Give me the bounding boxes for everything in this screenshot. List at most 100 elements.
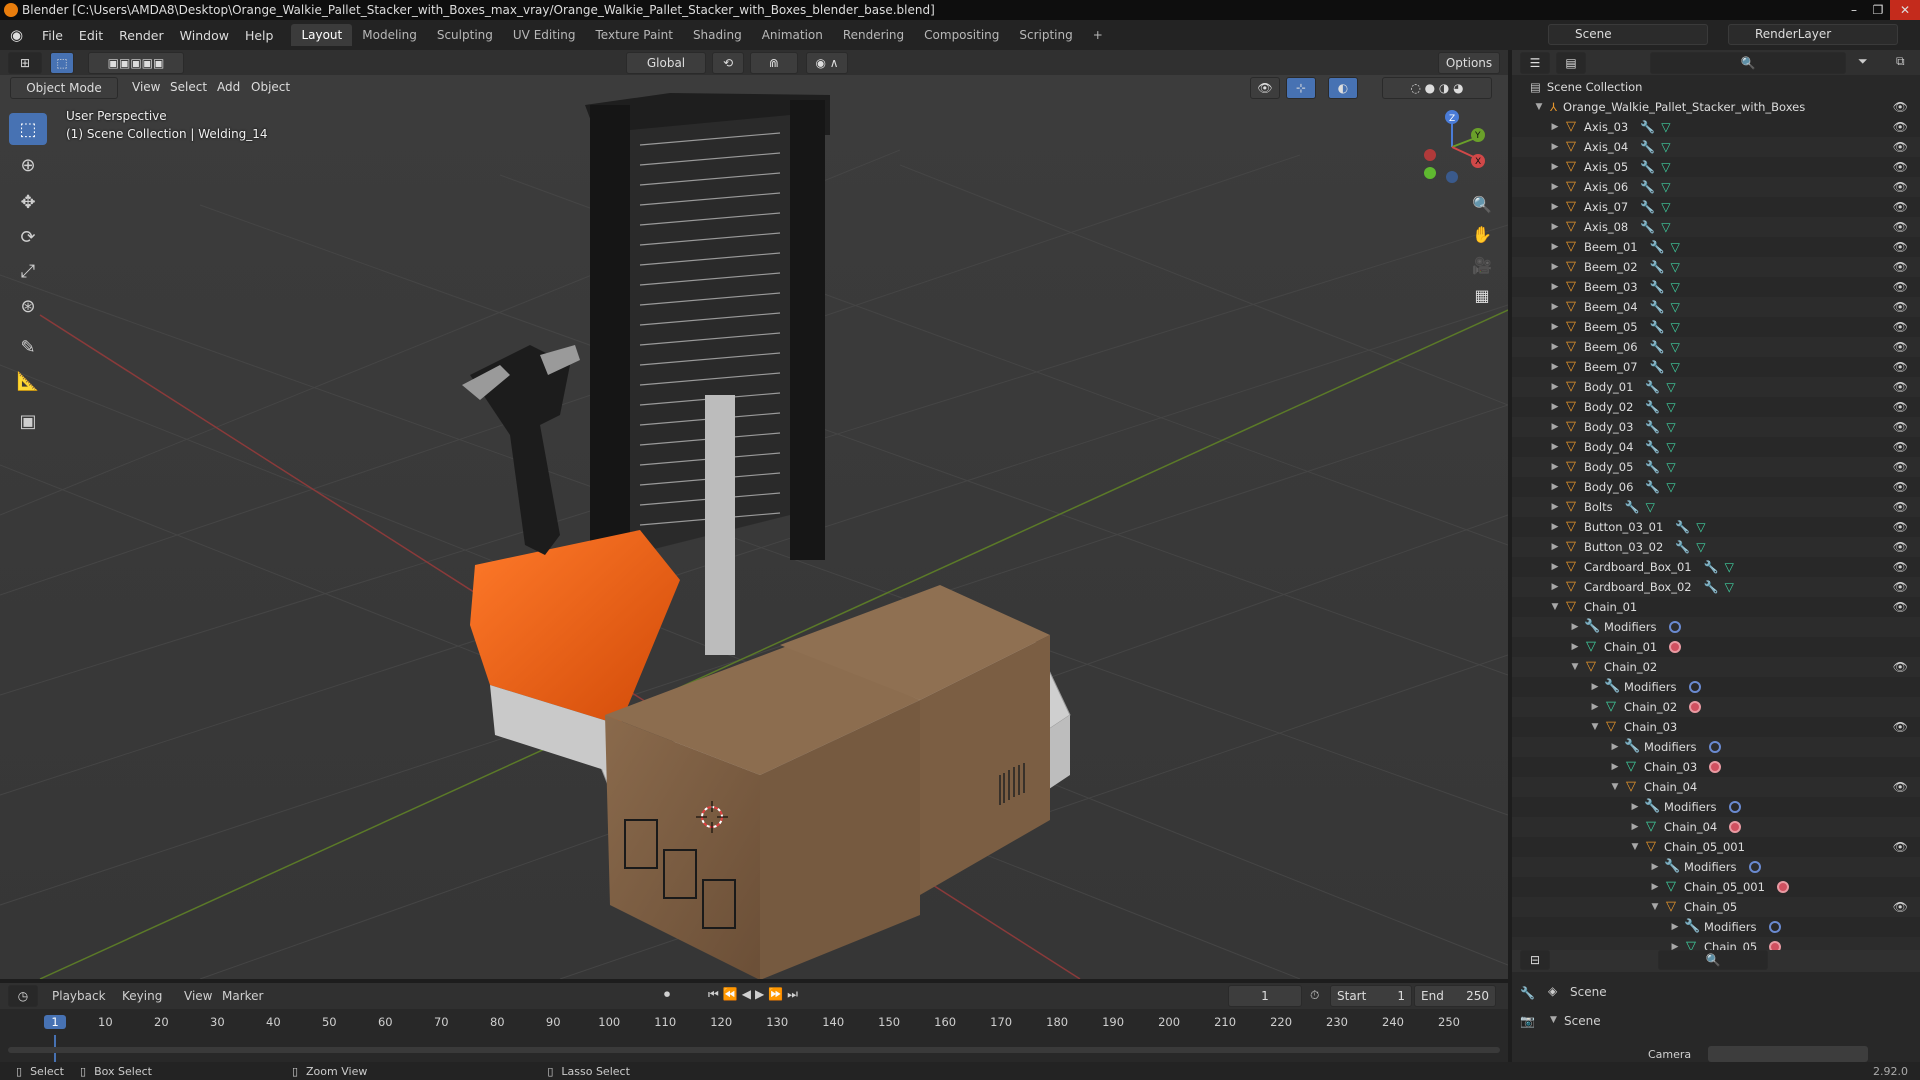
outliner-row[interactable]: ▶ ▽ Body_03 🔧 ▽ 👁 (1512, 417, 1920, 437)
mesh-icon[interactable]: ▽ (1671, 240, 1680, 254)
outliner-search-input[interactable]: 🔍 (1650, 52, 1846, 74)
maximize-button[interactable]: ❐ (1866, 0, 1890, 20)
visibility-eye-icon[interactable]: 👁 (1893, 320, 1908, 334)
properties-editor-type-icon[interactable]: ⊟ (1520, 950, 1550, 970)
modifier-icon[interactable]: 🔧 (1650, 300, 1665, 314)
expand-triangle-icon[interactable]: ▶ (1550, 302, 1560, 312)
tab-texture-paint[interactable]: Texture Paint (586, 24, 683, 46)
cursor-tool-icon[interactable]: ⊕ (9, 149, 47, 181)
ortho-grid-icon[interactable]: ▦ (1468, 281, 1496, 309)
outliner-row[interactable]: ▶ 🔧 Modifiers (1512, 857, 1920, 877)
timeline-scrollbar[interactable] (8, 1047, 1500, 1053)
outliner-row[interactable]: ▶ ▽ Chain_03 (1512, 757, 1920, 777)
tool-tab-icon[interactable]: 🔧 (1520, 986, 1535, 1000)
editor-type-icon[interactable]: ⊞ (8, 52, 42, 74)
visibility-eye-icon[interactable]: 👁 (1893, 600, 1908, 614)
mesh-icon[interactable]: ▽ (1666, 420, 1675, 434)
outliner-row[interactable]: ▶ ▽ Axis_04 🔧 ▽ 👁 (1512, 137, 1920, 157)
expand-triangle-icon[interactable]: ▶ (1670, 922, 1680, 932)
outliner-row[interactable]: ▼ ▽ Chain_02 👁 (1512, 657, 1920, 677)
visibility-eye-icon[interactable]: 👁 (1893, 720, 1908, 734)
expand-triangle-icon[interactable]: ▶ (1650, 882, 1660, 892)
expand-triangle-icon[interactable]: ▶ (1550, 382, 1560, 392)
tab-layout[interactable]: Layout (291, 24, 353, 46)
expand-triangle-icon[interactable]: ▶ (1550, 482, 1560, 492)
visibility-eye-icon[interactable]: 👁 (1893, 200, 1908, 214)
outliner-row[interactable]: ▶ ▽ Beem_01 🔧 ▽ 👁 (1512, 237, 1920, 257)
close-button[interactable]: ✕ (1890, 0, 1920, 20)
expand-triangle-icon[interactable]: ▶ (1650, 862, 1660, 872)
add-cube-tool-icon[interactable]: ▣ (9, 405, 47, 437)
mesh-icon[interactable]: ▽ (1671, 340, 1680, 354)
viewport-menu-select[interactable]: Select (170, 80, 207, 94)
expand-triangle-icon[interactable]: ▼ (1650, 902, 1660, 912)
outliner-row[interactable]: ▶ 🔧 Modifiers (1512, 617, 1920, 637)
visibility-eye-icon[interactable]: 👁 (1893, 120, 1908, 134)
select-tool-icon[interactable]: ⬚ (50, 52, 74, 74)
outliner-row[interactable]: ▶ ▽ Body_02 🔧 ▽ 👁 (1512, 397, 1920, 417)
outliner-row[interactable]: ▶ ▽ Button_03_02 🔧 ▽ 👁 (1512, 537, 1920, 557)
tab-uv-editing[interactable]: UV Editing (503, 24, 586, 46)
start-frame-field[interactable]: Start 1 (1330, 985, 1412, 1007)
visibility-icon[interactable]: 👁 (1250, 77, 1280, 99)
modifier-icon[interactable]: 🔧 (1645, 440, 1660, 454)
modifier-icon[interactable]: 🔧 (1675, 540, 1690, 554)
viewport-menu-view[interactable]: View (132, 80, 160, 94)
timeline-editor-type-icon[interactable]: ◷ (8, 985, 38, 1007)
mesh-icon[interactable]: ▽ (1696, 520, 1705, 534)
move-tool-icon[interactable]: ✥ (9, 186, 47, 218)
modifier-icon[interactable]: 🔧 (1625, 500, 1640, 514)
mesh-icon[interactable]: ▽ (1666, 440, 1675, 454)
outliner-row[interactable]: ▼ ▽ Chain_05_001 👁 (1512, 837, 1920, 857)
preview-range-icon[interactable]: ⏱ (1310, 988, 1319, 1003)
outliner-row[interactable]: ▶ ▽ Chain_02 (1512, 697, 1920, 717)
outliner-row[interactable]: ▼ ▽ Chain_03 👁 (1512, 717, 1920, 737)
section-collapse-icon[interactable]: ▼ (1550, 1015, 1557, 1025)
expand-triangle-icon[interactable]: ▶ (1550, 262, 1560, 272)
outliner-row[interactable]: ▶ 🔧 Modifiers (1512, 677, 1920, 697)
outliner-row[interactable]: ▶ ▽ Chain_01 (1512, 637, 1920, 657)
mesh-icon[interactable]: ▽ (1671, 280, 1680, 294)
outliner-row[interactable]: ▶ ▽ Axis_03 🔧 ▽ 👁 (1512, 117, 1920, 137)
modifier-icon[interactable]: 🔧 (1645, 400, 1660, 414)
3d-viewport[interactable]: Z Y X User Perspective (1) Scene Collect… (0, 75, 1508, 979)
expand-triangle-icon[interactable]: ▶ (1570, 642, 1580, 652)
viewport-menu-add[interactable]: Add (217, 80, 240, 94)
visibility-eye-icon[interactable]: 👁 (1893, 380, 1908, 394)
mesh-icon[interactable]: ▽ (1661, 120, 1670, 134)
tab-shading[interactable]: Shading (683, 24, 752, 46)
modifier-icon[interactable]: 🔧 (1650, 320, 1665, 334)
tab-modeling[interactable]: Modeling (352, 24, 427, 46)
modifier-icon[interactable]: 🔧 (1675, 520, 1690, 534)
outliner-row[interactable]: ▶ ▽ Beem_02 🔧 ▽ 👁 (1512, 257, 1920, 277)
outliner-editor-type-icon[interactable]: ☰ (1520, 52, 1550, 74)
outliner-row[interactable]: ▶ ▽ Body_01 🔧 ▽ 👁 (1512, 377, 1920, 397)
expand-triangle-icon[interactable]: ▼ (1550, 602, 1560, 612)
shading-mode-buttons[interactable]: ◌ ● ◑ ◕ (1382, 77, 1492, 99)
mesh-icon[interactable]: ▽ (1661, 160, 1670, 174)
render-tab-icon[interactable]: 📷 (1520, 1014, 1535, 1028)
expand-triangle-icon[interactable]: ▶ (1550, 522, 1560, 532)
expand-triangle-icon[interactable]: ▶ (1550, 322, 1560, 332)
visibility-eye-icon[interactable]: 👁 (1893, 140, 1908, 154)
modifier-icon[interactable]: 🔧 (1640, 160, 1655, 174)
modifier-icon[interactable]: 🔧 (1650, 260, 1665, 274)
outliner-row[interactable]: ▶ ▽ Chain_04 (1512, 817, 1920, 837)
visibility-eye-icon[interactable]: 👁 (1893, 780, 1908, 794)
modifier-icon[interactable]: 🔧 (1640, 120, 1655, 134)
modifier-icon[interactable]: 🔧 (1640, 220, 1655, 234)
collection-row[interactable]: ▼ ⅄ Orange_Walkie_Pallet_Stacker_with_Bo… (1512, 97, 1920, 117)
menu-render[interactable]: Render (111, 28, 172, 43)
tab-scripting[interactable]: Scripting (1009, 24, 1082, 46)
expand-triangle-icon[interactable]: ▶ (1670, 942, 1680, 950)
outliner-row[interactable]: ▶ ▽ Beem_07 🔧 ▽ 👁 (1512, 357, 1920, 377)
visibility-eye-icon[interactable]: 👁 (1893, 440, 1908, 454)
selection-mode-buttons[interactable]: ▣▣▣▣▣ (88, 52, 184, 74)
modifier-icon[interactable]: 🔧 (1640, 140, 1655, 154)
expand-triangle-icon[interactable]: ▶ (1550, 402, 1560, 412)
filter-icon[interactable]: ⏷ (1858, 54, 1868, 69)
mesh-icon[interactable]: ▽ (1671, 320, 1680, 334)
visibility-eye-icon[interactable]: 👁 (1893, 420, 1908, 434)
visibility-eye-icon[interactable]: 👁 (1893, 540, 1908, 554)
outliner-row[interactable]: ▶ ▽ Body_05 🔧 ▽ 👁 (1512, 457, 1920, 477)
